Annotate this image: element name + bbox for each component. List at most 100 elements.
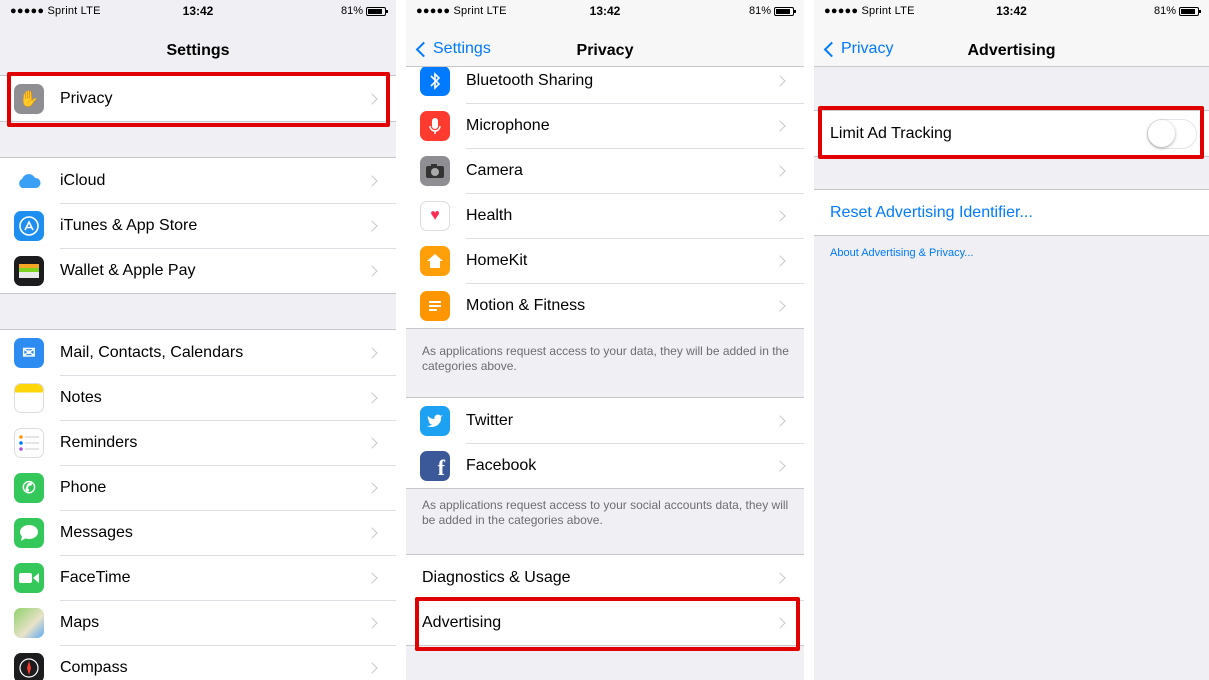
chevron-right-icon	[774, 254, 786, 267]
settings-item-messages[interactable]: Messages	[0, 510, 396, 555]
chevron-right-icon	[366, 571, 378, 584]
facebook-icon: f	[420, 450, 450, 481]
chevron-right-icon	[774, 119, 786, 132]
settings-item-compass[interactable]: Compass	[0, 645, 396, 680]
status-bar: ●●●●● Sprint LTE 13:42 81%	[814, 0, 1209, 22]
advertising-screen: ●●●●● Sprint LTE 13:42 81% Privacy Adver…	[814, 0, 1209, 680]
battery-percent: 81%	[340, 5, 363, 17]
settings-item-facetime[interactable]: FaceTime	[0, 555, 396, 600]
settings-item-label: Messages	[60, 523, 133, 541]
twitter-icon	[420, 405, 450, 436]
health-icon: ♥	[420, 200, 450, 231]
nav-bar: Privacy Advertising	[814, 22, 1209, 66]
bluetooth-icon	[420, 65, 450, 96]
chevron-right-icon	[366, 391, 378, 404]
toggle-knob	[1148, 119, 1175, 147]
privacy-item-label: Twitter	[466, 411, 514, 429]
chevron-right-icon	[366, 92, 378, 105]
privacy-item-label: Facebook	[466, 456, 537, 474]
settings-item-wallet[interactable]: Wallet & Apple Pay	[0, 248, 396, 293]
about-advertising-link[interactable]: About Advertising & Privacy...	[830, 246, 1195, 261]
battery-icon	[774, 6, 796, 16]
privacy-item-microphone[interactable]: Microphone	[406, 103, 804, 148]
reset-advertising-identifier-button[interactable]: Reset Advertising Identifier...	[814, 190, 1209, 235]
settings-item-icloud[interactable]: iCloud	[0, 158, 396, 203]
battery-percent: 81%	[748, 5, 771, 17]
nav-bar: Settings Privacy	[406, 22, 804, 66]
page-title: Privacy	[576, 42, 634, 59]
privacy-group-3: Diagnostics & Usage Advertising	[406, 554, 804, 646]
settings-item-label: Maps	[60, 613, 100, 631]
battery-percent: 81%	[1153, 5, 1176, 17]
settings-item-notes[interactable]: Notes	[0, 375, 396, 420]
settings-item-label: Phone	[60, 478, 107, 496]
icloud-icon	[14, 165, 44, 196]
privacy-item-label: Microphone	[466, 116, 550, 134]
privacy-hand-icon: ✋	[14, 83, 44, 114]
privacy-item-facebook[interactable]: f Facebook	[406, 443, 804, 488]
battery-status: 81%	[340, 5, 388, 17]
wallet-icon	[14, 255, 44, 286]
limit-ad-tracking-label: Limit Ad Tracking	[830, 124, 952, 142]
battery-icon	[366, 6, 388, 16]
chevron-right-icon	[366, 436, 378, 449]
privacy-item-label: Diagnostics & Usage	[422, 568, 571, 586]
compass-icon	[14, 652, 44, 680]
notes-icon	[14, 382, 44, 413]
settings-group-2: iCloud iTunes & App Store Wallet & Apple…	[0, 157, 396, 294]
settings-item-phone[interactable]: ✆ Phone	[0, 465, 396, 510]
chevron-right-icon	[774, 164, 786, 177]
page-title: Settings	[166, 42, 230, 59]
privacy-item-camera[interactable]: Camera	[406, 148, 804, 193]
settings-group-1: ✋ Privacy	[0, 75, 396, 122]
chevron-right-icon	[366, 219, 378, 232]
clock: 13:42	[182, 4, 214, 18]
limit-ad-tracking-toggle[interactable]	[1147, 118, 1197, 149]
app-store-icon	[14, 210, 44, 241]
battery-icon	[1179, 6, 1201, 16]
privacy-item-label: Motion & Fitness	[466, 296, 586, 314]
settings-item-reminders[interactable]: Reminders	[0, 420, 396, 465]
nav-divider	[814, 66, 1209, 67]
homekit-icon	[420, 245, 450, 276]
privacy-item-twitter[interactable]: Twitter	[406, 398, 804, 443]
privacy-item-advertising[interactable]: Advertising	[406, 600, 804, 645]
privacy-item-label: Health	[466, 206, 513, 224]
limit-ad-tracking-row: Limit Ad Tracking	[814, 111, 1209, 156]
camera-icon	[420, 155, 450, 186]
settings-item-label: Reminders	[60, 433, 138, 451]
settings-item-label: FaceTime	[60, 568, 131, 586]
ad-tracking-group: Limit Ad Tracking	[814, 110, 1209, 157]
maps-icon	[14, 607, 44, 638]
settings-item-maps[interactable]: Maps	[0, 600, 396, 645]
chevron-right-icon	[366, 481, 378, 494]
nav-bar: Settings	[0, 22, 396, 66]
chevron-right-icon	[774, 571, 786, 584]
settings-group-3: ✉ Mail, Contacts, Calendars Notes Remind…	[0, 329, 396, 680]
clock: 13:42	[996, 4, 1027, 18]
privacy-item-label: HomeKit	[466, 251, 528, 269]
privacy-group-1: Bluetooth Sharing Microphone Camera ♥ He…	[406, 57, 804, 329]
status-bar: ●●●●● Sprint LTE 13:42 81%	[0, 0, 396, 22]
privacy-item-motion-fitness[interactable]: Motion & Fitness	[406, 283, 804, 328]
battery-status: 81%	[748, 5, 796, 17]
settings-item-label: Mail, Contacts, Calendars	[60, 343, 244, 361]
settings-item-mail[interactable]: ✉ Mail, Contacts, Calendars	[0, 330, 396, 375]
settings-item-label: Compass	[60, 658, 128, 676]
motion-fitness-icon	[420, 290, 450, 321]
facetime-icon	[14, 562, 44, 593]
privacy-item-health[interactable]: ♥ Health	[406, 193, 804, 238]
privacy-footer-social: As applications request access to your s…	[422, 498, 789, 527]
settings-screen: ●●●●● Sprint LTE 13:42 81% Settings ✋ Pr…	[0, 0, 396, 680]
privacy-item-homekit[interactable]: HomeKit	[406, 238, 804, 283]
privacy-item-diagnostics[interactable]: Diagnostics & Usage	[406, 555, 804, 600]
privacy-footer-data: As applications request access to your d…	[422, 344, 789, 373]
settings-item-privacy[interactable]: ✋ Privacy	[0, 76, 396, 121]
chevron-right-icon	[366, 661, 378, 674]
page-title: Advertising	[967, 42, 1056, 59]
battery-status: 81%	[1153, 5, 1201, 17]
privacy-item-label: Advertising	[422, 613, 502, 631]
privacy-screen: Bluetooth Sharing Microphone Camera ♥ He…	[406, 0, 804, 680]
reset-identifier-label: Reset Advertising Identifier...	[830, 203, 1033, 221]
settings-item-itunes-app-store[interactable]: iTunes & App Store	[0, 203, 396, 248]
